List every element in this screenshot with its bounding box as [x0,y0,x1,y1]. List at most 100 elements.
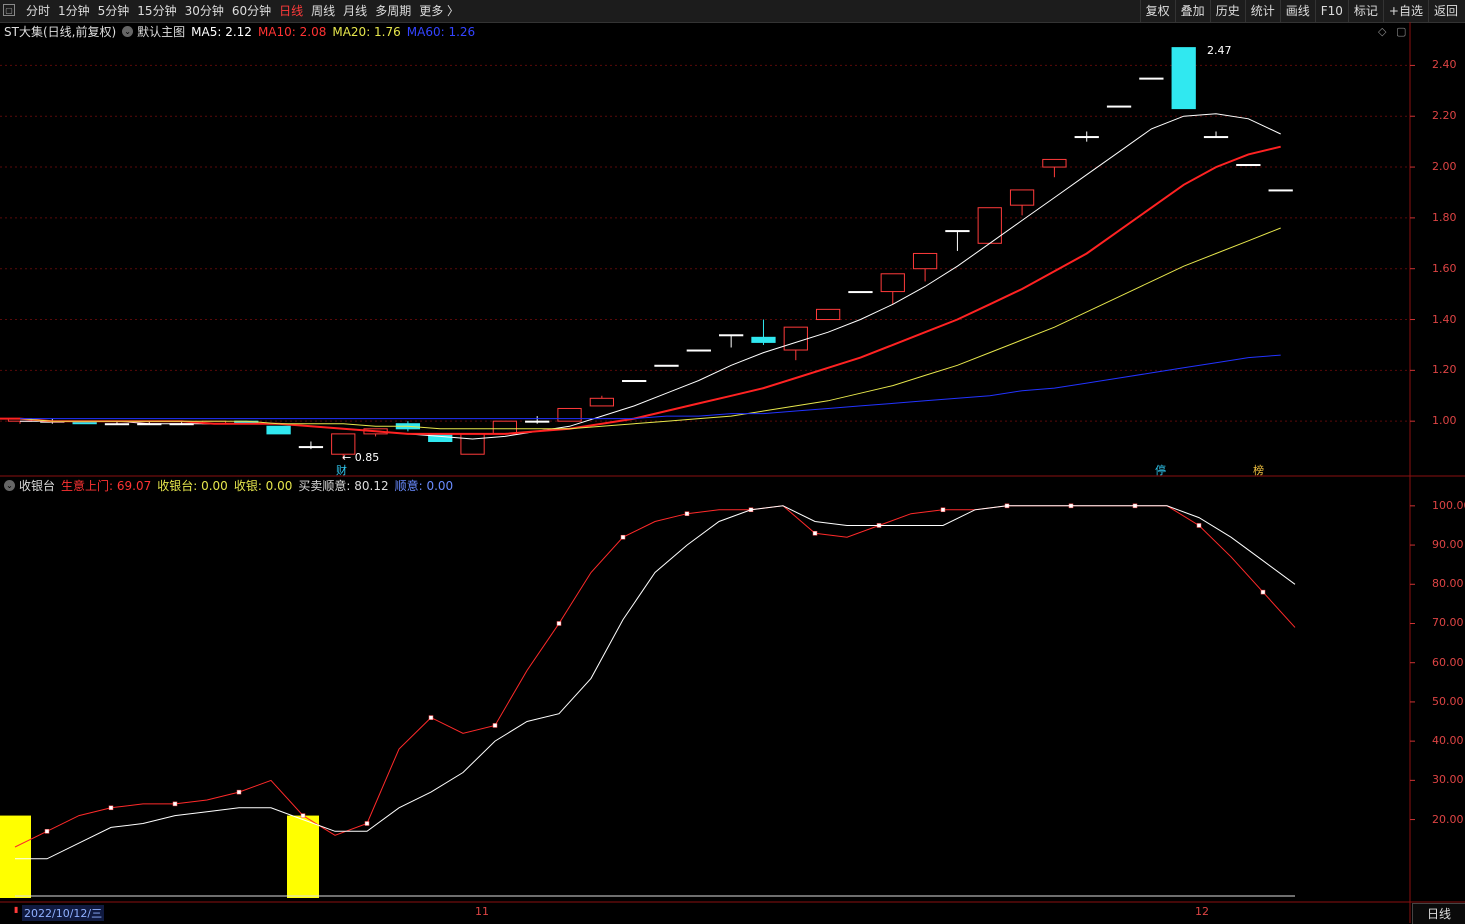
y-tick-label: 50.00 [1432,694,1464,708]
candle-body [815,308,841,321]
series-line-ma5 [20,113,1281,440]
sub-point [44,829,50,834]
candle[interactable] [1042,158,1067,178]
sub-point [684,511,690,516]
candle[interactable] [719,334,744,348]
series-line-ma20 [19,227,1281,430]
y-tick-label: 30.00 [1432,773,1464,787]
candle[interactable] [428,433,453,443]
month-11-label: 11 [475,905,489,918]
candle-body [783,326,808,351]
candle-body [104,423,130,426]
sub-point [428,715,434,720]
candle-body [1171,47,1196,110]
sub-point [940,507,946,513]
candle-body [1203,136,1229,139]
month-12-label: 12 [1195,905,1209,918]
high-price-label: 2.47 [1207,44,1232,57]
candle[interactable] [622,380,647,383]
sub-point [364,821,370,826]
candle-body [686,349,711,352]
ting-marker[interactable]: 停 [1155,462,1166,478]
candle[interactable] [848,291,873,294]
y-tick-label: 20.00 [1432,812,1464,826]
y-tick-label: 1.60 [1432,261,1457,275]
candle-body [912,252,938,270]
candle[interactable] [654,364,679,367]
cursor-date-label: 2022/10/12/三 [22,905,105,921]
sub-point [812,531,818,536]
candle[interactable] [1106,105,1132,108]
chart-canvas[interactable] [0,0,1465,923]
sub-point [620,534,626,540]
y-tick-label: 40.00 [1432,734,1464,748]
candle-body [880,273,905,293]
sub-series-line-1 [15,505,1296,860]
candle-body [719,334,744,337]
candle-body [751,336,776,343]
candle[interactable] [525,416,550,424]
bottom-period-tab[interactable]: 日线 [1412,903,1465,924]
cai-marker[interactable]: 财 [336,462,347,478]
y-tick-label: 1.80 [1432,210,1457,224]
bang-marker[interactable]: 榜 [1253,462,1264,478]
candle-body [298,446,324,449]
sub-series-line-0 [14,505,1296,848]
candle[interactable] [686,349,711,352]
candle-body [622,380,647,383]
candle-body [1268,189,1293,192]
low-price-value: 0.85 [354,451,380,464]
candle-body [525,420,550,423]
signal-bar [0,815,31,898]
candle-body [1236,164,1261,167]
candle[interactable] [492,420,518,435]
candle-body [1042,158,1067,168]
sub-point [556,621,562,626]
candle-body [945,230,970,233]
candle-body [428,433,453,443]
y-tick-label: 2.40 [1432,58,1457,72]
candle-body [557,407,582,422]
sub-point [1196,523,1202,528]
candle-body [460,433,485,455]
candle[interactable] [1171,47,1196,110]
candle[interactable] [1139,77,1164,80]
candle[interactable] [1074,131,1099,142]
candle[interactable] [815,308,841,321]
candle-body [492,420,518,435]
sub-point [1260,589,1266,595]
y-tick-label: 80.00 [1432,577,1464,591]
candle[interactable] [298,441,324,450]
candle[interactable] [1236,164,1261,167]
candle[interactable] [1009,189,1035,216]
y-tick-label: 2.00 [1432,160,1457,174]
y-tick-label: 90.00 [1432,538,1464,552]
y-tick-label: 2.20 [1432,109,1457,123]
series-line-ma60 [20,354,1281,420]
y-tick-label: 100.00 [1432,498,1465,512]
candle-body [1009,189,1035,206]
candle[interactable] [783,326,808,361]
candle[interactable] [557,407,582,422]
candle[interactable] [1203,131,1229,139]
y-tick-label: 60.00 [1432,655,1464,669]
y-tick-label: 1.00 [1432,414,1457,428]
y-tick-label: 70.00 [1432,616,1464,630]
candle-body [1106,105,1132,108]
candle[interactable] [266,425,291,435]
signal-bar [287,815,319,898]
candle[interactable] [751,319,776,345]
sub-point [236,789,242,795]
candle[interactable] [460,433,485,455]
candle-body [654,364,679,367]
sub-point [492,723,498,728]
candle-body [589,397,614,407]
candle[interactable] [945,230,970,251]
candle[interactable] [912,252,938,282]
candle[interactable] [1268,189,1293,192]
candle[interactable] [589,395,614,407]
y-tick-label: 1.20 [1432,363,1457,377]
sub-point [172,801,178,807]
candle-body [266,425,291,435]
candle-body [848,291,873,294]
